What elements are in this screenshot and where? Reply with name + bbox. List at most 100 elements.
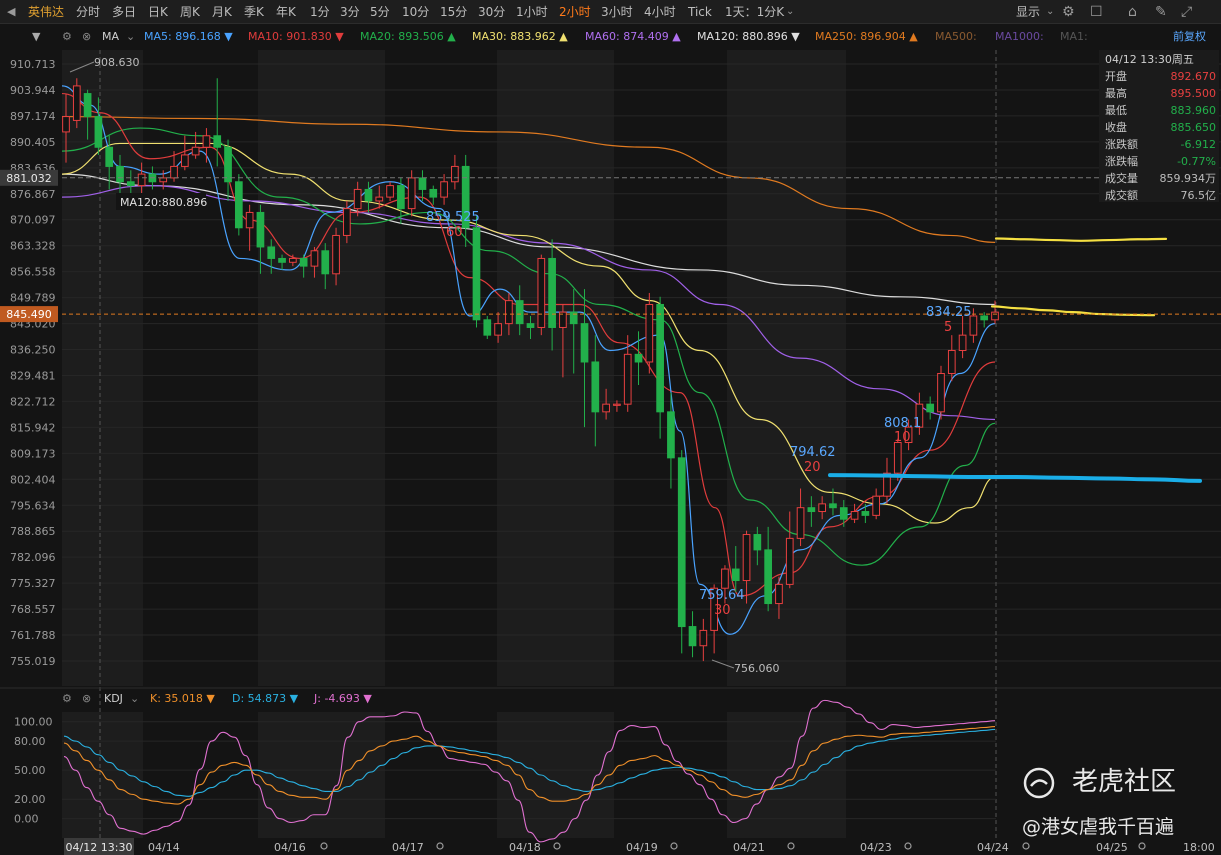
kdj-legend-item: D: 54.873 ▼ (232, 692, 299, 705)
restore-button[interactable]: 前复权 (1173, 27, 1206, 47)
candle-body (958, 334, 967, 351)
day-band (258, 50, 385, 686)
x-axis-label: 04/14 (148, 841, 180, 854)
layout-icon[interactable]: ☐ (1090, 0, 1103, 24)
chevron-down-icon[interactable]: ⌄ (786, 0, 794, 24)
kdj-tick-label: 50.00 (14, 764, 46, 777)
info-row: 成交量 859.934万 (1105, 170, 1216, 187)
period-tab[interactable]: 30分 (478, 0, 505, 24)
y-tick-label: 768.557 (10, 603, 56, 616)
candle-body (332, 234, 340, 275)
candle-body (807, 507, 816, 513)
chevron-down-icon[interactable]: ⌄ (130, 689, 139, 709)
period-tab[interactable]: 5分 (370, 0, 390, 24)
expand-icon[interactable]: ⤢ (1181, 0, 1192, 24)
settings-icon[interactable]: ⚙ (62, 27, 72, 47)
period-tab[interactable]: 周K (180, 0, 200, 24)
chevron-down-icon[interactable]: ⌄ (126, 27, 135, 47)
annotation-label: 808.1 (884, 416, 921, 431)
candle-body (289, 257, 297, 263)
chart-canvas: 910.713903.944897.174890.405883.636876.8… (0, 50, 1221, 855)
candle-body (591, 361, 600, 413)
period-tab[interactable]: 季K (244, 0, 264, 24)
x-axis-label: 18:00 (1183, 841, 1215, 854)
candle-body (602, 403, 610, 413)
ohlc-info-panel: 04/12 13:30周五 开盘 892.670 最高 895.500 最低 883.96… (1099, 50, 1219, 202)
candle-body (494, 323, 502, 336)
y-tick-label: 775.327 (10, 577, 56, 590)
period-tab[interactable]: 年K (276, 0, 296, 24)
collapse-icon[interactable]: ◀ (7, 0, 15, 24)
annotation-label: 908.630 (94, 56, 140, 69)
y-tick-label: 856.558 (10, 266, 56, 279)
camera-icon[interactable]: ⌂ (1128, 0, 1137, 24)
period-tab[interactable]: 2小时 (559, 0, 591, 24)
sun-icon (1022, 842, 1030, 850)
candle-body (278, 257, 286, 263)
period-tab[interactable]: 15分 (440, 0, 467, 24)
settings-icon[interactable]: ⚙ (62, 689, 72, 709)
range-selector[interactable]: 1天：1分K (725, 0, 784, 24)
watermark-brand: 老虎社区 (1072, 767, 1177, 797)
period-tab[interactable]: Tick (688, 0, 712, 24)
period-tab[interactable]: 日K (148, 0, 168, 24)
annotation-label: 10 (894, 430, 911, 445)
candle-body (62, 116, 70, 133)
y-tick-label: 755.019 (10, 655, 56, 668)
kdj-label[interactable]: KDJ (104, 689, 123, 709)
candle-body (980, 315, 989, 321)
info-value: 859.934万 (1159, 172, 1217, 185)
kdj-legend-item: J: -4.693 ▼ (314, 692, 372, 705)
info-label: 最高 (1105, 87, 1127, 100)
close-icon[interactable]: ⊗ (82, 27, 91, 47)
candle-body (829, 503, 837, 509)
period-tab[interactable]: 10分 (402, 0, 429, 24)
candle-body (623, 353, 632, 405)
ma-legend-item: MA20: 893.506 ▲ (360, 30, 456, 43)
candle-body (753, 534, 762, 551)
pen-icon[interactable]: ✎ (1155, 0, 1167, 24)
display-menu[interactable]: 显示 (1016, 0, 1040, 24)
kdj-tick-label: 0.00 (14, 813, 39, 826)
period-tab[interactable]: 1小时 (516, 0, 548, 24)
ma-label[interactable]: MA (102, 27, 119, 47)
info-value: 883.960 (1170, 104, 1217, 117)
kdj-legend: ⚙ ⊗ KDJ ⌄ K: 35.018 ▼ D: 54.873 ▼ J: -4.69… (0, 689, 1000, 709)
y-tick-label: 890.405 (10, 136, 56, 149)
annotation-label: 794.62 (790, 445, 836, 460)
kdj-tick-label: 100.00 (14, 716, 53, 729)
x-axis-label: 04/21 (733, 841, 765, 854)
close-icon[interactable]: ⊗ (82, 689, 91, 709)
period-tab[interactable]: 1分 (310, 0, 330, 24)
info-value: 885.650 (1170, 121, 1217, 134)
candle-body (764, 549, 772, 605)
period-tab[interactable]: 3分 (340, 0, 360, 24)
candle-body (451, 165, 459, 183)
y-tick-label: 863.328 (10, 240, 56, 253)
crosshair-ma-label: MA120:880.896 (120, 196, 207, 209)
projection-line (994, 237, 1168, 242)
candle-body (105, 146, 114, 167)
candle-body (818, 503, 827, 513)
gear-icon[interactable]: ⚙ (1062, 0, 1075, 24)
candle-body (234, 181, 243, 229)
period-tab[interactable]: 3小时 (601, 0, 633, 24)
dropdown-icon[interactable]: ▼ (32, 27, 40, 47)
period-tab[interactable]: 月K (212, 0, 232, 24)
annotation-label: 20 (804, 460, 821, 475)
period-tab[interactable]: 分时 (76, 0, 100, 24)
x-axis-label: 04/16 (274, 841, 306, 854)
x-axis-label: 04/19 (626, 841, 658, 854)
candle-body (796, 507, 805, 539)
info-label: 收盘 (1105, 121, 1127, 134)
symbol-title[interactable]: 英伟达 (28, 0, 64, 24)
period-tab[interactable]: 4小时 (644, 0, 676, 24)
chevron-down-icon[interactable]: ⌄ (1046, 0, 1054, 24)
info-row: 收盘 885.650 (1105, 119, 1216, 136)
info-label: 成交量 (1105, 172, 1138, 185)
kdj-tick-label: 20.00 (14, 793, 46, 806)
period-tab[interactable]: 多日 (112, 0, 136, 24)
ma-legend-item: MA120: 880.896 ▼ (697, 30, 800, 43)
candle-body (191, 146, 200, 156)
sun-icon (670, 842, 678, 850)
